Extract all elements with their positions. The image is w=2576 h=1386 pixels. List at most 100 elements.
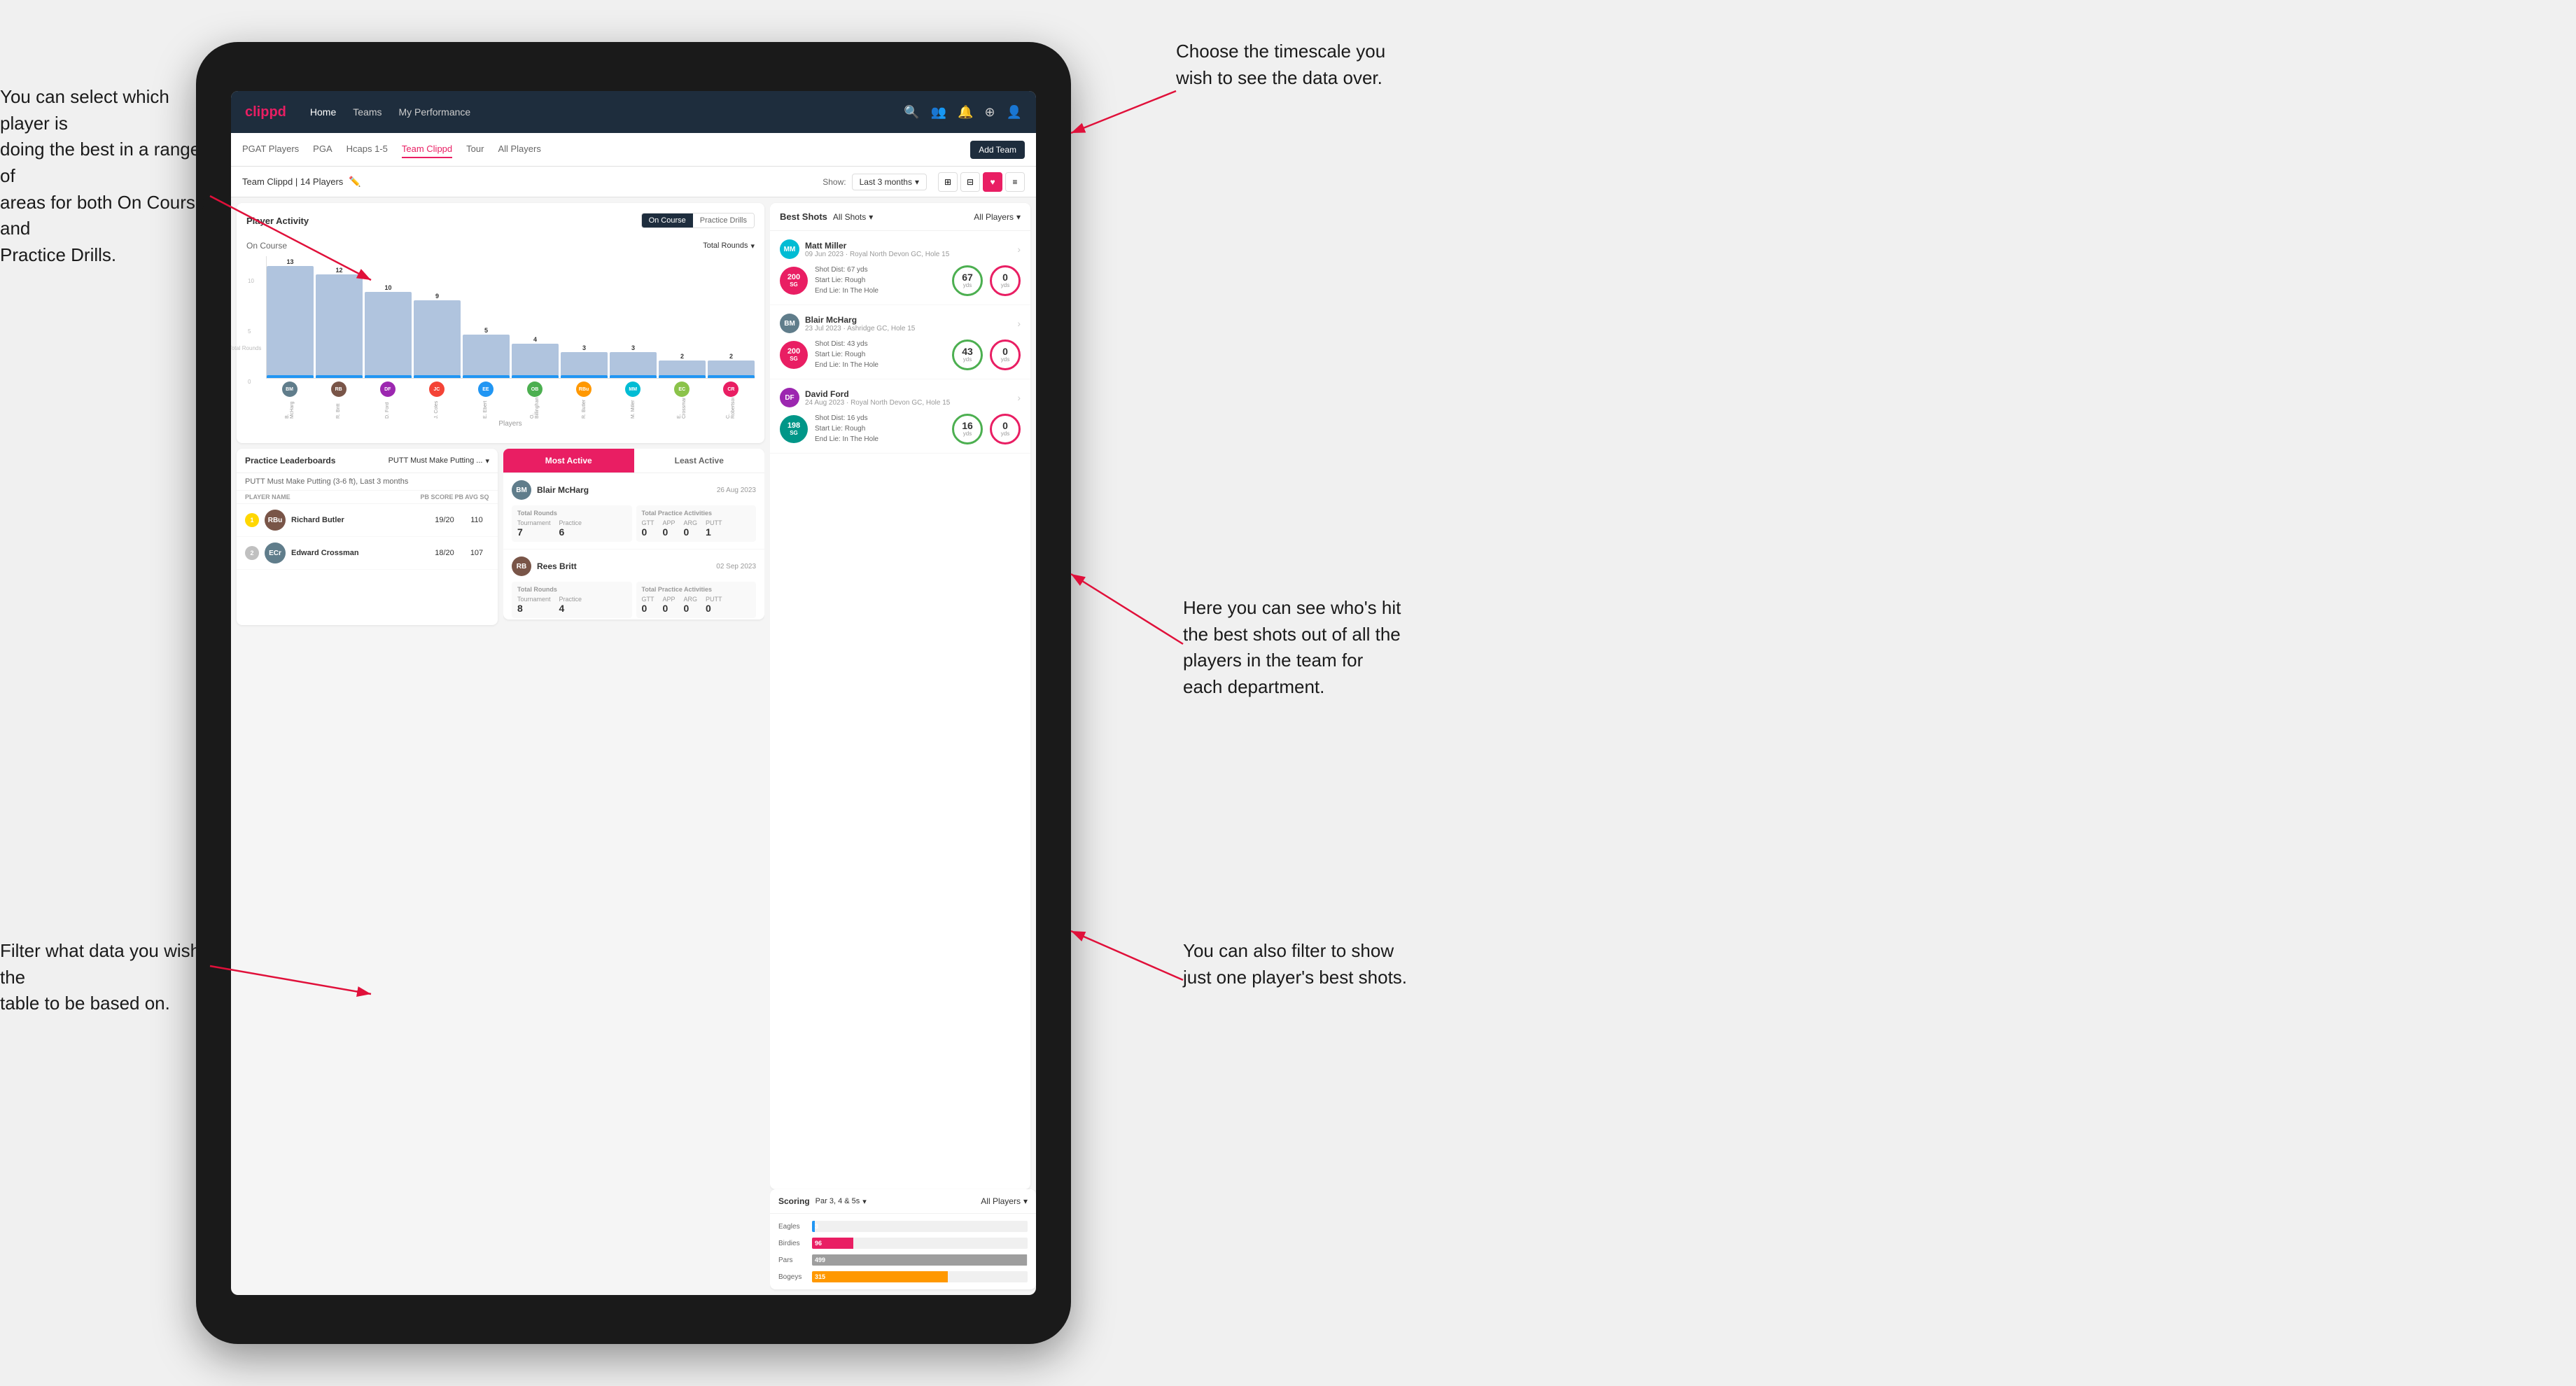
shot-location-3: 24 Aug 2023 · Royal North Devon GC, Hole… xyxy=(805,399,1011,407)
add-team-button[interactable]: Add Team xyxy=(970,141,1025,159)
shot-details-row-1: 200 SG Shot Dist: 67 yds Start Lie: Roug… xyxy=(780,265,1021,296)
chart-area: On Course Total Rounds ▾ 0 5 10 xyxy=(246,235,755,433)
shot-badge-2: 200 SG xyxy=(780,341,808,369)
total-rounds-label: Total Rounds xyxy=(703,241,748,250)
card-view-btn[interactable]: ♥ xyxy=(983,172,1002,192)
tab-all-players[interactable]: All Players xyxy=(498,141,540,158)
bogeys-track: 315 xyxy=(812,1271,1028,1282)
bar-group: 2 xyxy=(659,353,706,378)
shot-item-1: MM Matt Miller 09 Jun 2023 · Royal North… xyxy=(770,231,1030,305)
tab-pgat-players[interactable]: PGAT Players xyxy=(242,141,299,158)
view-icons: ⊞ ⊟ ♥ ≡ xyxy=(938,172,1025,192)
tournament-val: Tournament 7 xyxy=(517,519,551,538)
shot-chevron-3[interactable]: › xyxy=(1017,392,1021,403)
bell-icon[interactable]: 🔔 xyxy=(958,105,973,120)
show-dropdown[interactable]: Last 3 months ▾ xyxy=(852,174,927,190)
scoring-card: Scoring Par 3, 4 & 5s ▾ All Players ▾ Ea… xyxy=(770,1189,1036,1289)
player-2-score: 18/20 xyxy=(430,549,458,557)
scoring-title: Scoring xyxy=(778,1196,810,1206)
stat-circle-3a: 16 yds xyxy=(952,414,983,444)
active-avatar-1: BM xyxy=(512,480,531,500)
shot-player-info-1: Matt Miller 09 Jun 2023 · Royal North De… xyxy=(805,241,1011,258)
shot-item-2: BM Blair McHarg 23 Jul 2023 · Ashridge G… xyxy=(770,305,1030,379)
most-active-tab[interactable]: Most Active xyxy=(503,449,634,472)
list-view-btn[interactable]: ≡ xyxy=(1005,172,1025,192)
shot-avatar-3: DF xyxy=(780,388,799,407)
shot-location-2: 23 Jul 2023 · Ashridge GC, Hole 15 xyxy=(805,325,1011,332)
nav-teams[interactable]: Teams xyxy=(353,106,382,118)
shot-info-2: Shot Dist: 43 yds Start Lie: Rough End L… xyxy=(815,339,945,370)
total-rounds-title: Total Rounds xyxy=(517,510,626,517)
shots-toggle[interactable]: All Shots ▾ xyxy=(833,212,873,222)
annotation-player-selection: You can select which player isdoing the … xyxy=(0,84,210,269)
team-header: Team Clippd | 14 Players ✏️ Show: Last 3… xyxy=(231,167,1036,197)
bar-group: 10 xyxy=(365,284,412,378)
active-player-1: BM Blair McHarg 26 Aug 2023 Total Rounds xyxy=(503,473,764,550)
scoring-players-dropdown[interactable]: All Players ▾ xyxy=(981,1196,1028,1206)
annotation-filter: Filter what data you wish thetable to be… xyxy=(0,938,210,1017)
tab-hcaps[interactable]: Hcaps 1-5 xyxy=(346,141,388,158)
active-player-2-header: RB Rees Britt 02 Sep 2023 xyxy=(512,556,756,576)
bar-group: 12 xyxy=(316,267,363,378)
on-course-label: On Course xyxy=(246,241,287,251)
tournament-val-2: Tournament 8 xyxy=(517,596,551,614)
col-pb-score: PB SCORE xyxy=(419,493,454,500)
nav-home[interactable]: Home xyxy=(310,106,336,118)
putt-val: PUTT 1 xyxy=(706,519,722,538)
least-active-tab[interactable]: Least Active xyxy=(634,449,765,472)
avatar-row: BMB. McHargRBR. BrittDFD. FordJCJ. Coles… xyxy=(266,382,755,419)
all-players-dropdown[interactable]: All Players ▾ xyxy=(974,212,1021,222)
main-content: Player Activity On Course Practice Drill… xyxy=(231,197,1036,1295)
practice-activities-section: Total Practice Activities GTT 0 APP xyxy=(636,505,757,542)
total-rounds-section-2: Total Rounds Tournament 8 Practice xyxy=(512,582,632,618)
nav-my-performance[interactable]: My Performance xyxy=(398,106,470,118)
total-rounds-title-2: Total Rounds xyxy=(517,586,626,593)
active-player-2: RB Rees Britt 02 Sep 2023 Total Rounds xyxy=(503,550,764,620)
search-icon[interactable]: 🔍 xyxy=(904,105,919,120)
scoring-bar-birdies: Birdies 96 xyxy=(778,1238,1028,1249)
drill-dropdown[interactable]: PUTT Must Make Putting ... ▾ xyxy=(388,456,489,465)
tab-tour[interactable]: Tour xyxy=(466,141,484,158)
active-stats-grid-1: Total Rounds Tournament 7 Practice xyxy=(512,505,756,542)
chevron-shots-icon: ▾ xyxy=(869,212,873,222)
eagles-track: 3 xyxy=(812,1221,1028,1232)
tournament-label: Tournament xyxy=(517,519,551,526)
shot-chevron-2[interactable]: › xyxy=(1017,318,1021,329)
chart-dropdown[interactable]: Total Rounds ▾ xyxy=(703,241,755,251)
app-label: APP xyxy=(663,519,676,526)
edit-icon[interactable]: ✏️ xyxy=(349,176,360,188)
avatar-icon[interactable]: 👤 xyxy=(1007,105,1022,120)
app-val: APP 0 xyxy=(663,519,676,538)
right-panel: Best Shots All Shots ▾ All Players ▾ xyxy=(770,197,1036,1295)
stat-circle-2b: 0 yds xyxy=(990,340,1021,370)
grid-view-btn[interactable]: ⊞ xyxy=(938,172,958,192)
table-view-btn[interactable]: ⊟ xyxy=(960,172,980,192)
stat-circle-1a: 67 yds xyxy=(952,265,983,296)
chevron-icon: ▾ xyxy=(485,456,489,465)
practice-drills-btn[interactable]: Practice Drills xyxy=(693,214,754,227)
on-course-btn[interactable]: On Course xyxy=(642,214,693,227)
practice-label: Practice xyxy=(559,519,582,526)
active-date-1: 26 Aug 2023 xyxy=(717,486,756,494)
bar-group: 3 xyxy=(610,344,657,378)
tab-pga[interactable]: PGA xyxy=(313,141,332,158)
shot-player-info-3: David Ford 24 Aug 2023 · Royal North Dev… xyxy=(805,389,1011,407)
shot-player-row-1: MM Matt Miller 09 Jun 2023 · Royal North… xyxy=(780,239,1021,259)
pars-label: Pars xyxy=(778,1256,806,1264)
plus-circle-icon[interactable]: ⊕ xyxy=(984,105,995,120)
player-1-avatar: RBu xyxy=(265,510,286,531)
gtt-label: GTT xyxy=(642,519,654,526)
birdies-label: Birdies xyxy=(778,1240,806,1247)
practice-header: Practice Leaderboards PUTT Must Make Put… xyxy=(237,449,498,473)
toggle-group: On Course Practice Drills xyxy=(641,213,755,228)
practice-activities-section-2: Total Practice Activities GTT 0 APP xyxy=(636,582,757,618)
par-dropdown[interactable]: Par 3, 4 & 5s ▾ xyxy=(816,1197,867,1206)
tab-team-clippd[interactable]: Team Clippd xyxy=(402,141,452,158)
active-card: Most Active Least Active BM Blair McHarg… xyxy=(503,449,764,620)
pars-fill: 499 xyxy=(812,1254,1027,1266)
all-players-label: All Players xyxy=(974,212,1014,222)
users-icon[interactable]: 👥 xyxy=(931,105,946,120)
active-name-2: Rees Britt xyxy=(537,561,710,571)
shot-chevron-1[interactable]: › xyxy=(1017,244,1021,255)
chevron-down-icon-2: ▾ xyxy=(750,241,755,251)
